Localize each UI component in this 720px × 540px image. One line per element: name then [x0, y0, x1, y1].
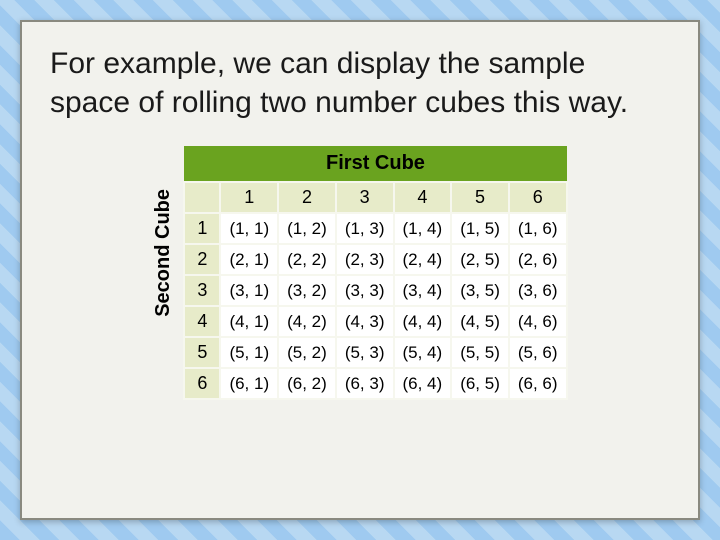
cell: (2, 5)	[451, 244, 509, 275]
cell: (5, 4)	[394, 337, 452, 368]
cell: (6, 1)	[220, 368, 278, 399]
cell: (4, 1)	[220, 306, 278, 337]
table-body: 1(1, 1)(1, 2)(1, 3)(1, 4)(1, 5)(1, 6)2(2…	[184, 213, 566, 399]
table-zone: Second Cube First Cube 1 2 3 4 5 6 1(1, …	[50, 140, 670, 496]
col-head-5: 5	[451, 182, 509, 213]
cell: (4, 4)	[394, 306, 452, 337]
row-head-4: 4	[184, 306, 220, 337]
cell: (3, 1)	[220, 275, 278, 306]
cell: (5, 5)	[451, 337, 509, 368]
col-head-6: 6	[509, 182, 567, 213]
cell: (1, 1)	[220, 213, 278, 244]
cell: (6, 5)	[451, 368, 509, 399]
table-wrap: Second Cube First Cube 1 2 3 4 5 6 1(1, …	[152, 146, 567, 400]
corner-cell	[184, 182, 220, 213]
column-header-row: 1 2 3 4 5 6	[184, 182, 566, 213]
table-row: 2(2, 1)(2, 2)(2, 3)(2, 4)(2, 5)(2, 6)	[184, 244, 566, 275]
cell: (5, 3)	[336, 337, 394, 368]
first-cube-header-row: First Cube	[184, 146, 566, 182]
cell: (1, 6)	[509, 213, 567, 244]
cell: (1, 4)	[394, 213, 452, 244]
second-cube-label: Second Cube	[152, 189, 175, 357]
col-head-2: 2	[278, 182, 336, 213]
col-head-4: 4	[394, 182, 452, 213]
table-row: 6(6, 1)(6, 2)(6, 3)(6, 4)(6, 5)(6, 6)	[184, 368, 566, 399]
cell: (3, 2)	[278, 275, 336, 306]
cell: (5, 2)	[278, 337, 336, 368]
row-head-2: 2	[184, 244, 220, 275]
cell: (2, 2)	[278, 244, 336, 275]
cell: (2, 3)	[336, 244, 394, 275]
cell: (1, 3)	[336, 213, 394, 244]
cell: (4, 5)	[451, 306, 509, 337]
col-head-1: 1	[220, 182, 278, 213]
cell: (4, 6)	[509, 306, 567, 337]
cell: (5, 6)	[509, 337, 567, 368]
cell: (2, 6)	[509, 244, 567, 275]
slide: For example, we can display the sample s…	[20, 20, 700, 520]
table-row: 5(5, 1)(5, 2)(5, 3)(5, 4)(5, 5)(5, 6)	[184, 337, 566, 368]
row-head-6: 6	[184, 368, 220, 399]
cell: (3, 6)	[509, 275, 567, 306]
row-head-3: 3	[184, 275, 220, 306]
cell: (3, 4)	[394, 275, 452, 306]
slide-title: For example, we can display the sample s…	[50, 44, 670, 122]
table-row: 3(3, 1)(3, 2)(3, 3)(3, 4)(3, 5)(3, 6)	[184, 275, 566, 306]
cell: (6, 4)	[394, 368, 452, 399]
cell: (3, 3)	[336, 275, 394, 306]
row-head-1: 1	[184, 213, 220, 244]
cell: (6, 6)	[509, 368, 567, 399]
cell: (4, 3)	[336, 306, 394, 337]
cell: (6, 3)	[336, 368, 394, 399]
sample-space-table: First Cube 1 2 3 4 5 6 1(1, 1)(1, 2)(1, …	[183, 146, 567, 400]
cell: (2, 4)	[394, 244, 452, 275]
col-head-3: 3	[336, 182, 394, 213]
cell: (1, 2)	[278, 213, 336, 244]
cell: (3, 5)	[451, 275, 509, 306]
cell: (6, 2)	[278, 368, 336, 399]
first-cube-label: First Cube	[184, 146, 566, 182]
table-row: 4(4, 1)(4, 2)(4, 3)(4, 4)(4, 5)(4, 6)	[184, 306, 566, 337]
cell: (1, 5)	[451, 213, 509, 244]
cell: (2, 1)	[220, 244, 278, 275]
table-row: 1(1, 1)(1, 2)(1, 3)(1, 4)(1, 5)(1, 6)	[184, 213, 566, 244]
row-head-5: 5	[184, 337, 220, 368]
cell: (4, 2)	[278, 306, 336, 337]
cell: (5, 1)	[220, 337, 278, 368]
